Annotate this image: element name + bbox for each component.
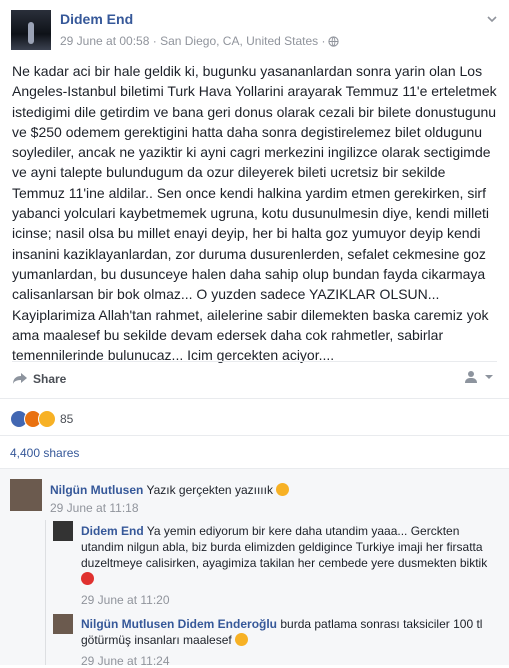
mention-link[interactable]: Didem Enderoğlu	[178, 617, 277, 631]
shares-count-link[interactable]: 4,400 shares	[10, 446, 79, 460]
post-timestamp-location[interactable]: 29 June at 00:58 · San Diego, CA, United…	[60, 34, 326, 48]
comment-timestamp[interactable]: 29 June at 11:18	[50, 501, 139, 515]
share-arrow-icon	[13, 373, 27, 384]
divider	[0, 435, 509, 436]
commenter-avatar[interactable]	[53, 521, 73, 541]
share-button[interactable]: Share	[12, 372, 66, 386]
divider	[0, 398, 509, 399]
reply-thread-line	[45, 520, 46, 665]
reaction-count: 85	[60, 412, 74, 426]
comment-author[interactable]: Nilgün Mutlusen	[81, 617, 174, 631]
audience-icon	[465, 371, 477, 383]
comment: Nilgün Mutlusen Didem Enderoğlu burda pa…	[81, 616, 491, 648]
author-avatar[interactable]	[11, 10, 51, 50]
post-meta: 29 June at 00:58 · San Diego, CA, United…	[60, 34, 339, 48]
post-author-name[interactable]: Didem End	[60, 11, 133, 27]
sad-reaction-icon	[38, 410, 56, 428]
commenter-avatar[interactable]	[53, 614, 73, 634]
comment: Nilgün Mutlusen Yazık gerçekten yazıııık	[50, 482, 500, 498]
comment-timestamp[interactable]: 29 June at 11:24	[81, 654, 170, 668]
post-body-text: Ne kadar aci bir hale geldik ki, bugunku…	[12, 63, 497, 364]
reactions-summary[interactable]: 85	[10, 410, 73, 428]
audience-selector[interactable]	[465, 370, 494, 384]
disappointed-emoji-icon	[276, 483, 290, 496]
chevron-down-icon	[485, 375, 493, 379]
comment: Didem End Ya yemin ediyorum bir kere dah…	[81, 523, 491, 587]
comment-timestamp[interactable]: 29 June at 11:20	[81, 593, 170, 607]
comment-text: Yazık gerçekten yazıııık	[146, 483, 273, 497]
comment-author[interactable]: Didem End	[81, 524, 144, 538]
comment-author[interactable]: Nilgün Mutlusen	[50, 483, 143, 497]
chevron-down-icon[interactable]	[487, 14, 497, 24]
divider	[12, 361, 497, 362]
globe-icon	[327, 35, 339, 47]
relieved-emoji-icon	[235, 633, 249, 646]
share-label: Share	[33, 372, 67, 386]
angry-emoji-icon	[81, 572, 94, 585]
commenter-avatar[interactable]	[10, 479, 42, 511]
